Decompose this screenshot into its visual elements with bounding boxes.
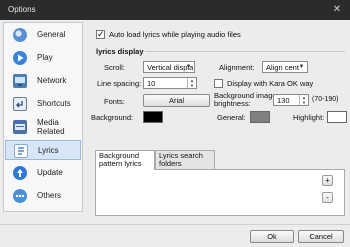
fonts-label: Fonts: [104,97,125,106]
kara-ok-label: Display with Kara OK way [227,79,314,88]
sidebar-item-label: Lyrics [38,146,59,155]
sidebar-item-label: General [37,30,66,39]
bg-brightness-range: (70-190) [312,96,339,103]
tab-label: Background pattern lyrics [99,151,142,168]
spinner-arrows-icon[interactable]: ▲ ▼ [187,78,196,88]
highlight-color-label: Highlight: [293,113,325,122]
sidebar-item-media-related[interactable]: Media Related [5,117,81,137]
bg-brightness-label: Background image brightness: [214,92,277,108]
add-button[interactable]: + [322,175,333,186]
alignment-label: Alignment: [219,63,255,72]
chevron-down-icon: ▼ [298,64,305,70]
title-bar: Options ✕ [0,0,350,20]
alignment-select[interactable]: Align cent ▼ [262,61,308,73]
sidebar-item-lyrics[interactable]: Lyrics [5,140,81,160]
sidebar-item-general[interactable]: General [5,25,81,45]
line-spacing-value: 10 [147,79,156,88]
bg-brightness-value: 130 [277,96,290,105]
sidebar-item-label: Shortcuts [37,99,71,108]
section-title-lyrics-display: lyrics display [96,47,144,56]
line-spacing-spinner[interactable]: 10 ▲ ▼ [143,77,197,89]
sidebar-item-others[interactable]: Others [5,186,81,206]
font-button[interactable]: Arial [143,94,210,107]
tab-panel: + - [95,169,345,216]
sidebar-item-label: Others [37,191,62,200]
tab-lyrics-search-folders[interactable]: Lyrics search folders [155,150,215,170]
cancel-button[interactable]: Cancel [298,230,344,243]
update-icon [13,166,27,180]
bg-brightness-label-line2: brightness: [214,99,251,108]
sidebar-item-shortcuts[interactable]: Shortcuts [5,94,81,114]
sidebar-item-label: Network [37,76,67,85]
footer-divider [0,224,350,225]
chevron-down-icon: ▼ [185,64,192,70]
alignment-select-value: Align cent [266,63,299,72]
media-related-label: Media Related [37,118,65,136]
sidebar-item-label: Update [37,168,63,177]
sidebar-item-label: Play [37,53,53,62]
section-divider [145,51,345,52]
play-icon [13,51,27,65]
shortcuts-icon [13,97,27,111]
window-title: Options [8,5,36,14]
general-color-label: General: [217,113,246,122]
sidebar-item-play[interactable]: Play [5,48,81,68]
auto-load-checkbox[interactable] [96,29,105,40]
general-icon [13,28,27,42]
media-related-icon [13,120,27,134]
tab-label: Lyrics search folders [159,151,203,168]
close-icon[interactable]: ✕ [330,3,344,16]
ok-button[interactable]: Ok [250,230,294,243]
general-color-swatch[interactable] [250,111,270,123]
background-color-label: Background: [91,113,134,122]
background-color-swatch[interactable] [143,111,163,123]
sidebar-item-label: Media Related [37,118,77,136]
auto-load-label: Auto load lyrics while playing audio fil… [109,30,241,39]
highlight-color-swatch[interactable] [327,111,347,123]
others-icon [13,189,27,203]
sidebar-item-update[interactable]: Update [5,163,81,183]
line-spacing-label: Line spacing: [97,79,142,88]
kara-ok-checkbox[interactable] [214,79,223,88]
remove-button[interactable]: - [322,192,333,203]
scroll-select[interactable]: Vertical displa ▼ [143,61,195,73]
scroll-label: Scroll: [104,63,125,72]
lyrics-settings-panel: Auto load lyrics while playing audio fil… [87,20,349,220]
options-window: General Play Network Shortcuts Media Rel… [0,20,350,247]
bg-brightness-spinner[interactable]: 130 ▲ ▼ [273,94,309,106]
network-icon [13,74,27,88]
sidebar: General Play Network Shortcuts Media Rel… [3,22,83,212]
spinner-arrows-icon[interactable]: ▲ ▼ [299,95,308,105]
lyrics-icon [14,144,28,158]
lyrics-tabs: Background pattern lyrics Lyrics search … [95,150,345,216]
sidebar-item-network[interactable]: Network [5,71,81,91]
tab-background-pattern-lyrics[interactable]: Background pattern lyrics [95,150,155,170]
